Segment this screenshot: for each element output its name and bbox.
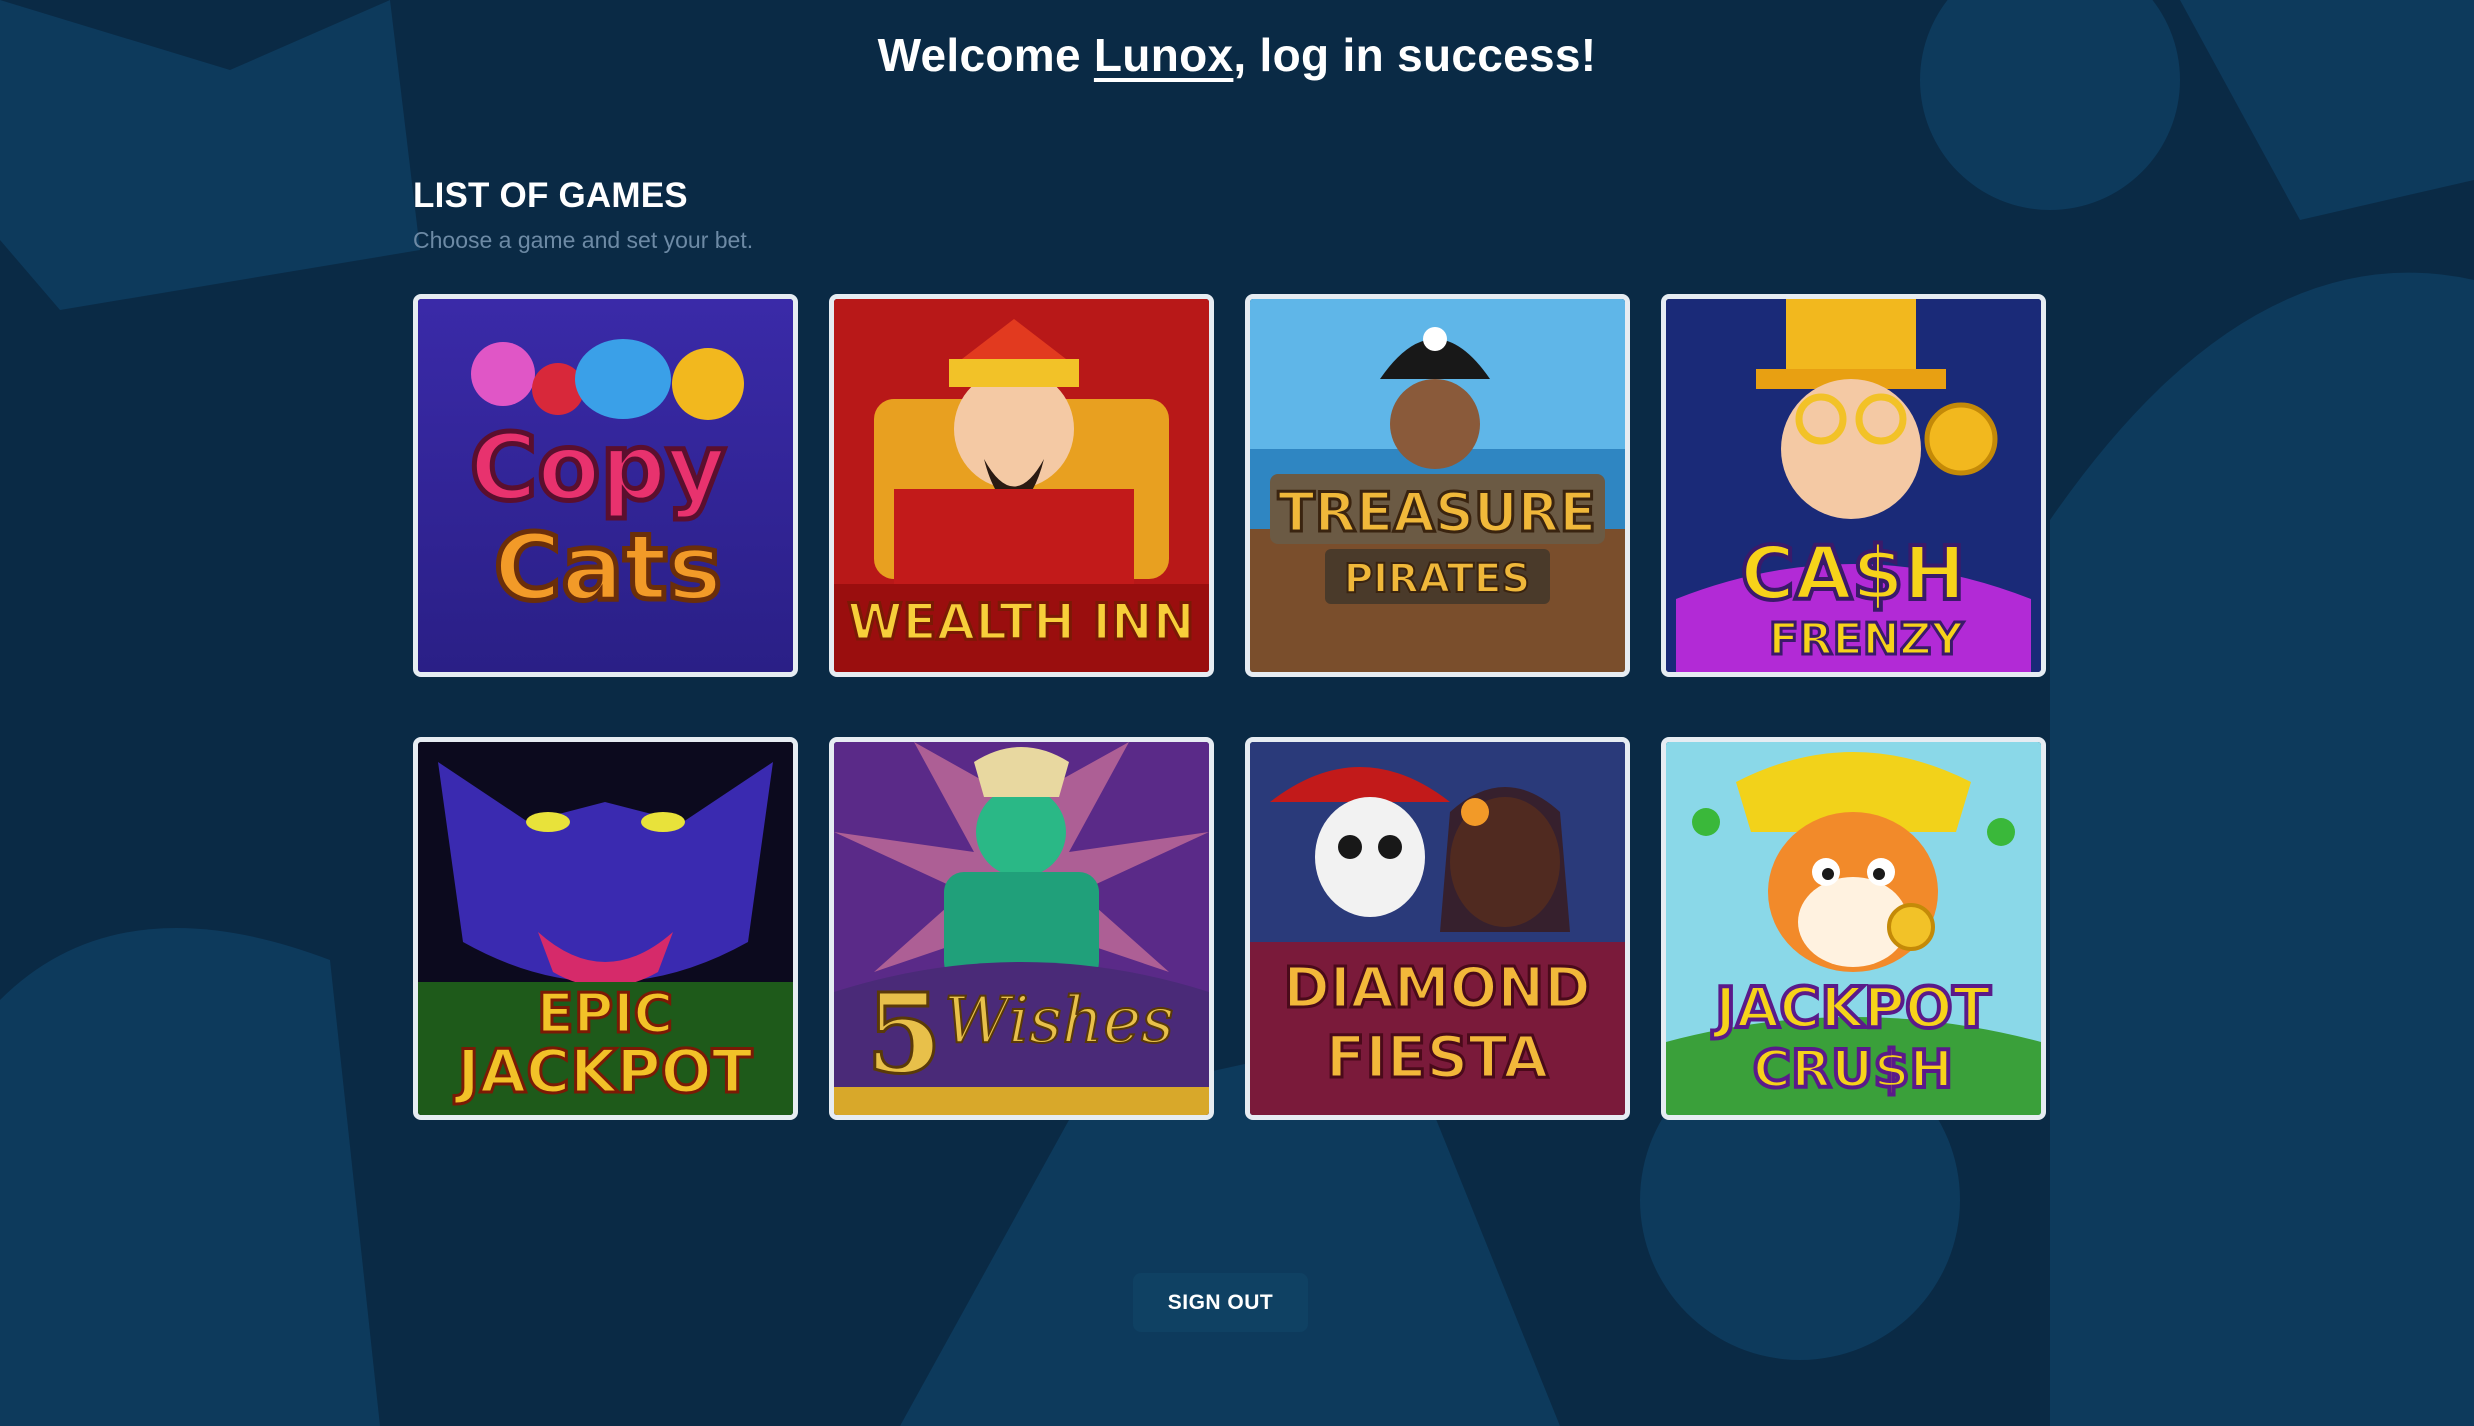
game-art-5-wishes: 5 Wishes	[834, 742, 1209, 1115]
game-art-cash-frenzy: CA$H FRENZY	[1666, 299, 2041, 672]
game-art-wealth-inn: WEALTH INN	[834, 299, 1209, 672]
bg-shape-right	[2050, 272, 2474, 1426]
game-art-copy-cats: Copy Cats	[418, 299, 793, 672]
game-card-5-wishes[interactable]: 5 Wishes	[829, 737, 1214, 1120]
username-link[interactable]: Lunox	[1094, 29, 1233, 81]
game-title-line2: FRENZY	[1769, 614, 1965, 665]
sign-out-button[interactable]: SIGN OUT	[1133, 1273, 1308, 1332]
game-card-treasure-pirates[interactable]: TREASURE PIRATES	[1245, 294, 1630, 677]
page: Welcome Lunox, log in success! LIST OF G…	[0, 0, 2474, 1426]
game-card-diamond-fiesta[interactable]: DIAMOND FIESTA	[1245, 737, 1630, 1120]
game-title-line2: FIESTA	[1326, 1023, 1549, 1091]
game-title-line1: JACKPOT	[1711, 976, 1991, 1041]
game-title-line1: 5	[866, 969, 943, 1098]
game-title-line1: WEALTH INN	[847, 593, 1194, 651]
game-title-line1: DIAMOND	[1283, 956, 1590, 1021]
game-card-wealth-inn[interactable]: WEALTH INN	[829, 294, 1214, 677]
game-title-line2: CRU$H	[1753, 1040, 1953, 1100]
game-card-cash-frenzy[interactable]: CA$H FRENZY	[1661, 294, 2046, 677]
welcome-suffix: , log in success!	[1233, 29, 1597, 81]
game-art-epic-jackpot: EPIC JACKPOT	[418, 742, 793, 1115]
game-title-line1: TREASURE	[1278, 481, 1596, 544]
game-title-line1: EPIC	[537, 982, 673, 1045]
section-subtitle: Choose a game and set your bet.	[413, 227, 754, 253]
games-grid: Copy Cats WEALTH INN TREASURE PIRATES CA…	[413, 294, 2047, 1120]
game-title-line1: Copy	[470, 414, 727, 521]
game-card-epic-jackpot[interactable]: EPIC JACKPOT	[413, 737, 798, 1120]
game-title-line2: Cats	[494, 514, 722, 621]
game-title-line2: JACKPOT	[453, 1037, 752, 1107]
welcome-message: Welcome Lunox, log in success!	[0, 28, 2474, 82]
game-title-line1: CA$H	[1741, 531, 1966, 617]
game-title-line2: PIRATES	[1344, 556, 1530, 602]
bg-shape-bottom-left	[0, 928, 380, 1426]
game-title-line2: Wishes	[944, 984, 1174, 1058]
section-title: LIST OF GAMES	[413, 176, 688, 215]
game-art-treasure-pirates: TREASURE PIRATES	[1250, 299, 1625, 672]
game-art-jackpot-crush: JACKPOT CRU$H	[1666, 742, 2041, 1115]
welcome-prefix: Welcome	[877, 29, 1094, 81]
game-card-jackpot-crush[interactable]: JACKPOT CRU$H	[1661, 737, 2046, 1120]
game-card-copy-cats[interactable]: Copy Cats	[413, 294, 798, 677]
game-art-diamond-fiesta: DIAMOND FIESTA	[1250, 742, 1625, 1115]
